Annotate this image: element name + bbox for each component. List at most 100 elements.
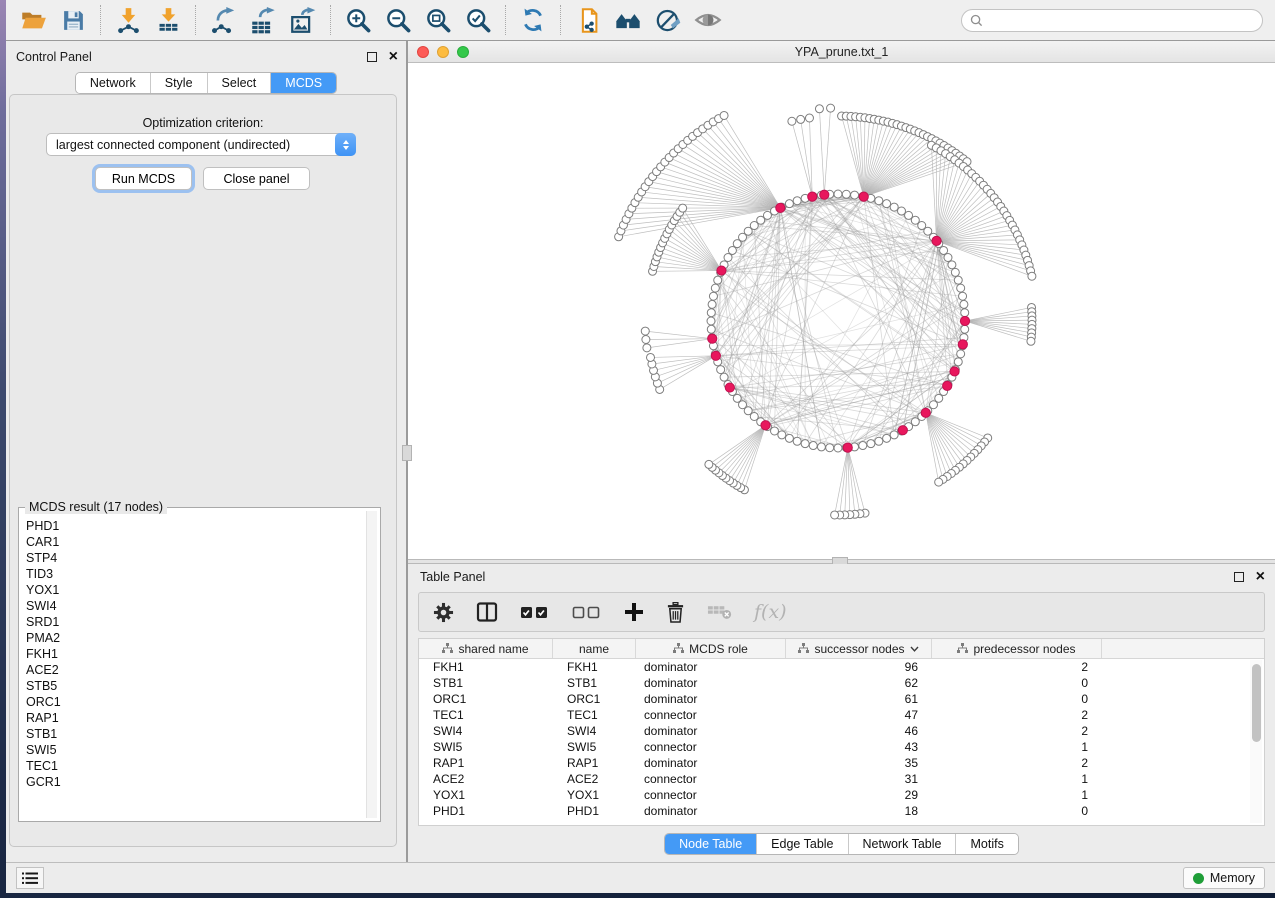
mcds-result-item[interactable]: FKH1 — [26, 646, 366, 662]
table-scrollbar[interactable] — [1250, 660, 1262, 823]
memory-button[interactable]: Memory — [1183, 867, 1265, 889]
network-node[interactable] — [940, 246, 948, 254]
network-node[interactable] — [957, 284, 965, 292]
column-header-successor-nodes[interactable]: successor nodes — [786, 639, 932, 658]
table-row[interactable]: YOX1YOX1connector291 — [419, 787, 1264, 803]
select-all-icon[interactable] — [520, 604, 550, 620]
search-network-icon[interactable] — [613, 5, 643, 35]
network-node[interactable] — [875, 437, 883, 445]
network-node[interactable] — [763, 211, 771, 219]
column-header-predecessor-nodes[interactable]: predecessor nodes — [932, 639, 1102, 658]
network-node[interactable] — [788, 117, 796, 125]
run-mcds-button[interactable]: Run MCDS — [95, 167, 192, 190]
close-panel-icon[interactable]: × — [389, 52, 398, 62]
network-node[interactable] — [709, 292, 717, 300]
network-node[interactable] — [708, 300, 716, 308]
network-node[interactable] — [641, 327, 649, 335]
zoom-in-icon[interactable] — [343, 5, 373, 35]
column-header-name[interactable]: name — [553, 639, 636, 658]
search-box[interactable] — [961, 9, 1263, 32]
network-node[interactable] — [1027, 337, 1035, 345]
mcds-result-item[interactable]: RAP1 — [26, 710, 366, 726]
network-node[interactable] — [724, 254, 732, 262]
tab-network-table[interactable]: Network Table — [849, 834, 957, 854]
network-node[interactable] — [720, 111, 728, 119]
network-node[interactable] — [834, 444, 842, 452]
mcds-node[interactable] — [932, 236, 941, 245]
network-node[interactable] — [890, 431, 898, 439]
network-node[interactable] — [707, 317, 715, 325]
network-node[interactable] — [705, 460, 713, 468]
column-header-MCDS-role[interactable]: MCDS role — [636, 639, 786, 658]
mcds-result-item[interactable]: YOX1 — [26, 582, 366, 598]
refresh-icon[interactable] — [518, 5, 548, 35]
import-table-icon[interactable] — [153, 5, 183, 35]
delete-column-icon[interactable] — [666, 602, 685, 623]
network-node[interactable] — [959, 292, 967, 300]
network-node[interactable] — [1028, 272, 1036, 280]
close-panel-button[interactable]: Close panel — [203, 167, 310, 190]
mcds-result-item[interactable]: TID3 — [26, 566, 366, 582]
mcds-result-item[interactable]: ACE2 — [26, 662, 366, 678]
network-node[interactable] — [793, 197, 801, 205]
tab-node-table[interactable]: Node Table — [665, 834, 757, 854]
network-node[interactable] — [793, 437, 801, 445]
toggle-panels-icon[interactable] — [476, 601, 498, 623]
close-table-panel-icon[interactable]: × — [1256, 572, 1265, 582]
tab-motifs[interactable]: Motifs — [956, 834, 1017, 854]
network-node[interactable] — [785, 200, 793, 208]
network-node[interactable] — [948, 261, 956, 269]
network-graph[interactable] — [408, 63, 1275, 559]
network-node[interactable] — [961, 309, 969, 317]
mcds-result-item[interactable]: TEC1 — [26, 758, 366, 774]
mcds-result-item[interactable]: SWI4 — [26, 598, 366, 614]
table-row[interactable]: PHD1PHD1dominator180 — [419, 803, 1264, 819]
add-column-icon[interactable] — [624, 602, 644, 622]
mcds-node[interactable] — [843, 443, 852, 452]
network-node[interactable] — [805, 114, 813, 122]
table-row[interactable]: TEC1TEC1connector472 — [419, 707, 1264, 723]
tab-network[interactable]: Network — [76, 73, 151, 93]
mcds-result-item[interactable]: CAR1 — [26, 534, 366, 550]
network-node[interactable] — [717, 366, 725, 374]
network-node[interactable] — [801, 440, 809, 448]
network-node[interactable] — [842, 190, 850, 198]
network-node[interactable] — [867, 440, 875, 448]
network-node[interactable] — [898, 207, 906, 215]
mcds-result-item[interactable]: STP4 — [26, 550, 366, 566]
network-node[interactable] — [720, 373, 728, 381]
network-node[interactable] — [707, 325, 715, 333]
export-network-file-icon[interactable] — [573, 5, 603, 35]
criterion-select[interactable]: largest connected component (undirected) — [46, 133, 356, 156]
show-graphics-details-icon[interactable] — [693, 5, 723, 35]
network-node[interactable] — [883, 434, 891, 442]
table-scrollbar-thumb[interactable] — [1252, 664, 1261, 742]
table-row[interactable]: SWI4SWI4dominator462 — [419, 723, 1264, 739]
mcds-node[interactable] — [960, 316, 969, 325]
mcds-node[interactable] — [725, 383, 734, 392]
network-node[interactable] — [831, 511, 839, 519]
import-network-icon[interactable] — [113, 5, 143, 35]
mcds-node[interactable] — [943, 381, 952, 390]
network-node[interactable] — [954, 358, 962, 366]
network-node[interactable] — [834, 190, 842, 198]
export-table-icon[interactable] — [248, 5, 278, 35]
hide-annotations-icon[interactable] — [653, 5, 683, 35]
mcds-node[interactable] — [950, 367, 959, 376]
open-icon[interactable] — [18, 5, 48, 35]
network-node[interactable] — [954, 276, 962, 284]
network-node[interactable] — [817, 443, 825, 451]
network-node[interactable] — [642, 335, 650, 343]
float-table-panel-icon[interactable] — [1234, 572, 1244, 582]
mcds-result-item[interactable]: PMA2 — [26, 630, 366, 646]
network-node[interactable] — [827, 104, 835, 112]
network-node[interactable] — [957, 350, 965, 358]
mcds-node[interactable] — [717, 266, 726, 275]
table-row[interactable]: SWI5SWI5connector431 — [419, 739, 1264, 755]
table-row[interactable]: STB1STB1dominator620 — [419, 675, 1264, 691]
network-node[interactable] — [679, 204, 687, 212]
network-node[interactable] — [771, 427, 779, 435]
task-history-button[interactable] — [16, 867, 44, 889]
table-row[interactable]: FKH1FKH1dominator962 — [419, 659, 1264, 675]
search-input[interactable] — [989, 13, 1254, 27]
